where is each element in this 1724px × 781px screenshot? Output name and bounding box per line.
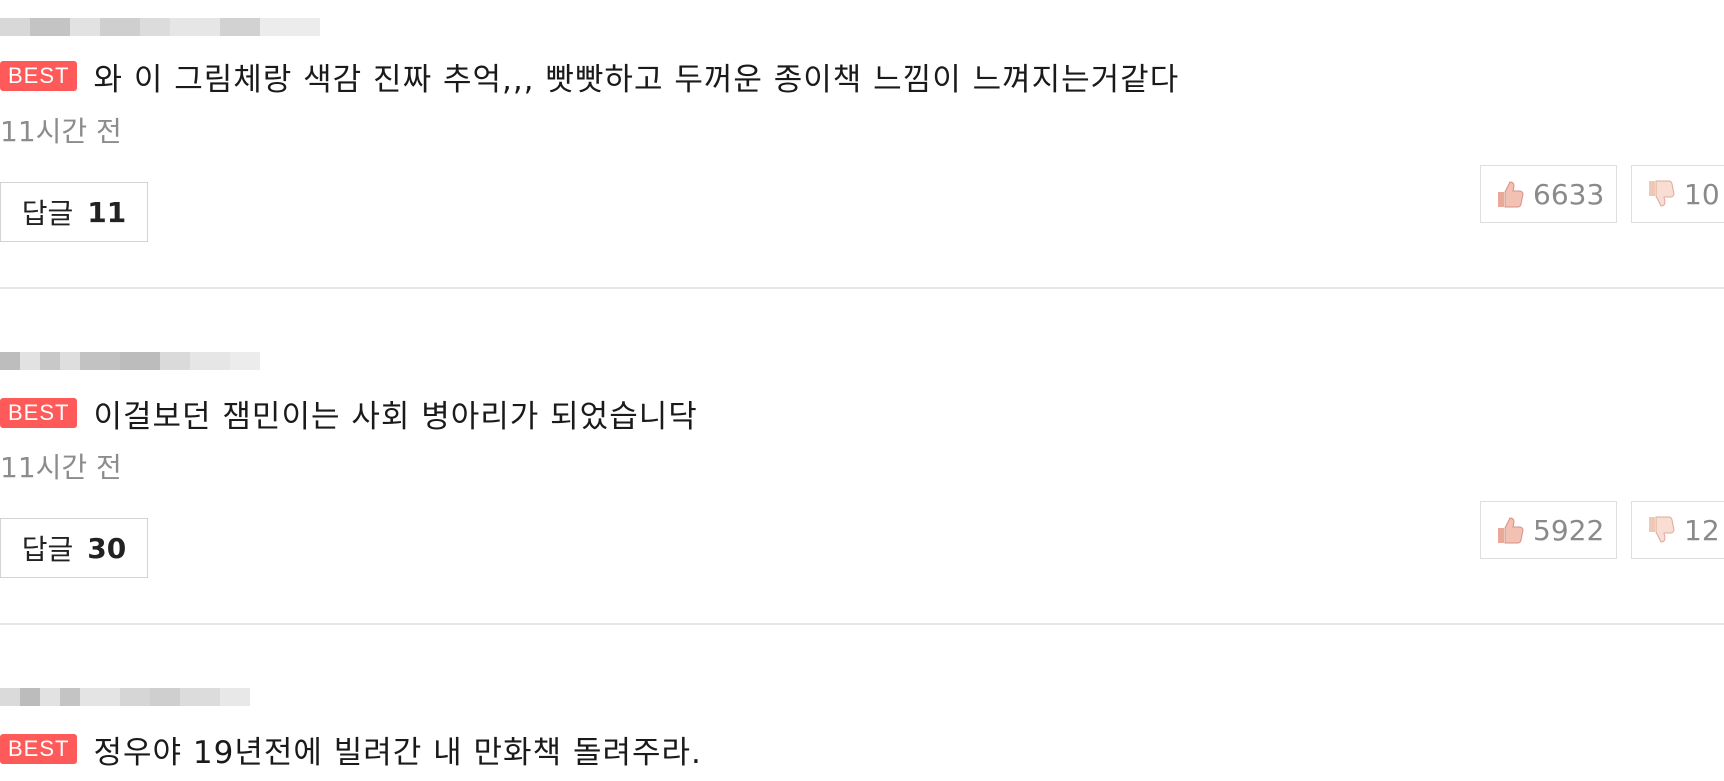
like-button[interactable]: 6633	[1480, 165, 1617, 223]
comment-body: BEST 와 이 그림체랑 색감 진짜 추억,,, 빳빳하고 두꺼운 종이책 느…	[0, 56, 1180, 98]
nickname-blurred	[0, 0, 320, 36]
like-count: 5922	[1533, 513, 1605, 547]
comment-text: 정우야 19년전에 빌려간 내 만화책 돌려주라.	[93, 734, 702, 771]
dislike-count: 10	[1684, 177, 1720, 211]
dislike-button[interactable]: 10	[1631, 165, 1724, 223]
reply-count: 11	[87, 195, 127, 229]
comment-text: 와 이 그림체랑 색감 진짜 추억,,, 빳빳하고 두꺼운 종이책 느낌이 느껴…	[93, 61, 1180, 98]
thumbs-down-icon	[1649, 516, 1675, 543]
best-badge: BEST	[0, 398, 78, 428]
nickname-blurred	[0, 670, 250, 706]
thumbs-down-icon	[1649, 180, 1675, 207]
comment-body: BEST 이걸보던 잼민이는 사회 병아리가 되었습니닥	[0, 393, 698, 435]
reply-count: 30	[87, 531, 127, 565]
dislike-button[interactable]: 12	[1631, 501, 1724, 559]
reply-label: 답글	[21, 533, 74, 566]
like-button[interactable]: 5922	[1480, 501, 1617, 559]
like-count: 6633	[1533, 177, 1605, 211]
comment-time: 11시간 전	[0, 451, 122, 484]
best-badge: BEST	[0, 61, 78, 91]
nickname-blurred	[0, 334, 260, 370]
comment-divider	[0, 287, 1724, 289]
reply-button[interactable]: 답글 11	[0, 182, 148, 242]
thumbs-up-icon	[1498, 517, 1524, 544]
thumbs-up-icon	[1498, 181, 1524, 208]
comment-body: BEST 정우야 19년전에 빌려간 내 만화책 돌려주라.	[0, 729, 702, 771]
reply-button[interactable]: 답글 30	[0, 518, 148, 578]
reply-label: 답글	[21, 197, 74, 230]
comment-time: 11시간 전	[0, 115, 122, 148]
comment-divider	[0, 623, 1724, 625]
dislike-count: 12	[1684, 513, 1720, 547]
comment-text: 이걸보던 잼민이는 사회 병아리가 되었습니닥	[93, 398, 698, 435]
best-badge: BEST	[0, 734, 78, 764]
